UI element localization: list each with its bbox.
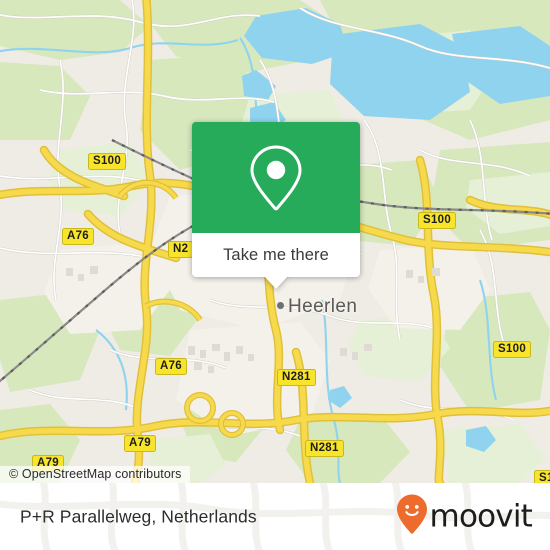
moovit-wordmark: moovit [429,498,533,534]
road-shield-s100-nw: S100 [88,153,127,170]
footer-bar: P+R Parallelweg, Netherlands moovit [0,483,550,550]
map-canvas[interactable]: Heerlen S100 A76 N2 S100 S100 A76 N281 N… [0,0,550,483]
road-shield-n281-s: N281 [277,369,316,386]
road-shield-a76-sw: A76 [155,358,187,375]
road-shield-n2-center: N2 [168,241,194,258]
road-shield-s1-se: S1 [534,470,550,483]
map-attribution[interactable]: © OpenStreetMap contributors [0,466,190,483]
take-me-there-callout[interactable]: Take me there [192,122,360,289]
road-shield-s100-e: S100 [493,341,532,358]
map-pin-icon [248,143,304,213]
moovit-pin-smiley-icon [396,494,427,539]
callout-icon-area [192,122,360,233]
road-shield-a76-w: A76 [62,228,94,245]
road-shield-n281-s2: N281 [305,440,344,457]
city-marker-dot [277,302,284,309]
callout-pointer-tail [265,277,287,289]
callout-action-bar[interactable]: Take me there [192,233,360,277]
road-shield-a79-s: A79 [124,435,156,452]
moovit-brand[interactable]: moovit [396,494,533,539]
screenshot-root: Heerlen S100 A76 N2 S100 S100 A76 N281 N… [0,0,550,550]
city-label: Heerlen [288,296,358,317]
location-title: P+R Parallelweg, Netherlands [20,506,257,526]
road-shield-s100-ne: S100 [418,212,457,229]
take-me-there-label: Take me there [223,245,329,264]
